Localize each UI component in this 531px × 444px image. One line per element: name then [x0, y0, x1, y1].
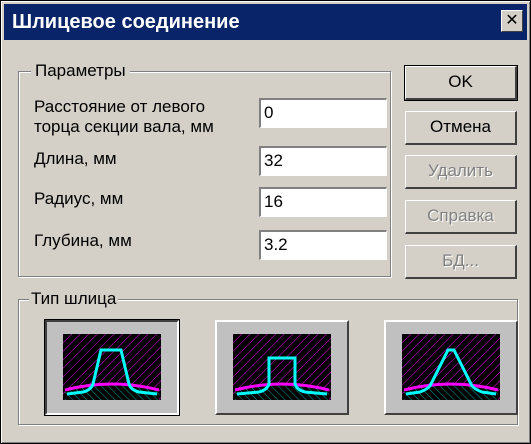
ok-button[interactable]: OK: [404, 65, 518, 101]
radius-label: Радиус, мм: [34, 189, 124, 208]
rectangular-spline-icon: [63, 334, 161, 400]
help-button[interactable]: Справка: [405, 200, 517, 234]
close-button[interactable]: ✕: [501, 10, 523, 32]
distance-label-text: Расстояние от левого торца секции вала, …: [34, 97, 214, 136]
window-title: Шлицевое соединение: [12, 11, 240, 33]
radius-input[interactable]: 16: [259, 187, 387, 217]
length-input[interactable]: 32: [259, 146, 387, 176]
length-label: Длина, мм: [34, 149, 117, 168]
triangular-spline-icon: [402, 334, 500, 400]
distance-label: Расстояние от левого торца секции вала, …: [34, 97, 214, 137]
depth-label: Глубина, мм: [34, 231, 132, 250]
spline-type-legend: Тип шлица: [29, 288, 119, 310]
delete-button[interactable]: Удалить: [405, 155, 517, 189]
involute-spline-icon: [233, 334, 331, 400]
db-button[interactable]: БД...: [405, 245, 517, 279]
distance-input[interactable]: 0: [259, 98, 387, 128]
spline-type-triangular-button[interactable]: [384, 320, 518, 415]
close-icon: ✕: [505, 12, 519, 29]
spline-dialog: Шлицевое соединение ✕ Параметры Расстоян…: [0, 0, 531, 444]
params-legend: Параметры: [31, 60, 130, 82]
title-bar[interactable]: Шлицевое соединение ✕: [4, 4, 527, 40]
cancel-button[interactable]: Отмена: [405, 111, 517, 145]
spline-type-involute-button[interactable]: [215, 320, 349, 415]
spline-type-rectangular-button[interactable]: [44, 319, 180, 416]
depth-input[interactable]: 3.2: [259, 230, 387, 260]
